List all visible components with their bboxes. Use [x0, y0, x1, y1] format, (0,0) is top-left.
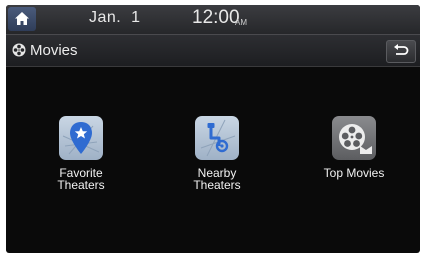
- back-arrow-icon: [394, 44, 409, 55]
- location-star-icon: [62, 122, 100, 155]
- home-icon: [15, 12, 29, 25]
- time-display: 12:00: [192, 7, 240, 28]
- film-reel-icon: [339, 124, 372, 154]
- nearby-theaters-label-line2: Theaters: [193, 178, 241, 192]
- top-movies-label-line1: Top Movies: [323, 166, 385, 180]
- page-title: Movies: [30, 42, 78, 59]
- favorite-theaters-label: Favorite Theaters: [31, 167, 131, 191]
- menu-item-favorite-theaters[interactable]: Favorite Theaters: [31, 116, 131, 191]
- favorite-theaters-label-line2: Theaters: [57, 178, 105, 192]
- menu-item-top-movies[interactable]: Top Movies: [304, 116, 404, 179]
- top-movies-tile: [332, 116, 376, 160]
- route-icon: [200, 119, 236, 157]
- home-button[interactable]: [8, 7, 36, 31]
- favorite-theaters-tile: [59, 116, 103, 160]
- film-reel-icon: [12, 43, 26, 57]
- title-bar: Movies: [6, 34, 420, 67]
- nearby-theaters-tile: [195, 116, 239, 160]
- menu-item-nearby-theaters[interactable]: Nearby Theaters: [167, 116, 267, 191]
- status-bar: Jan. 1 12:00 AM: [6, 5, 420, 34]
- ampm-indicator: AM: [235, 18, 247, 27]
- screen: Jan. 1 12:00 AM Movies Favorite Theaters…: [6, 5, 420, 253]
- nearby-theaters-label: Nearby Theaters: [167, 167, 267, 191]
- top-movies-label: Top Movies: [304, 167, 404, 179]
- back-button[interactable]: [386, 40, 416, 63]
- date-display: Jan. 1: [89, 9, 141, 26]
